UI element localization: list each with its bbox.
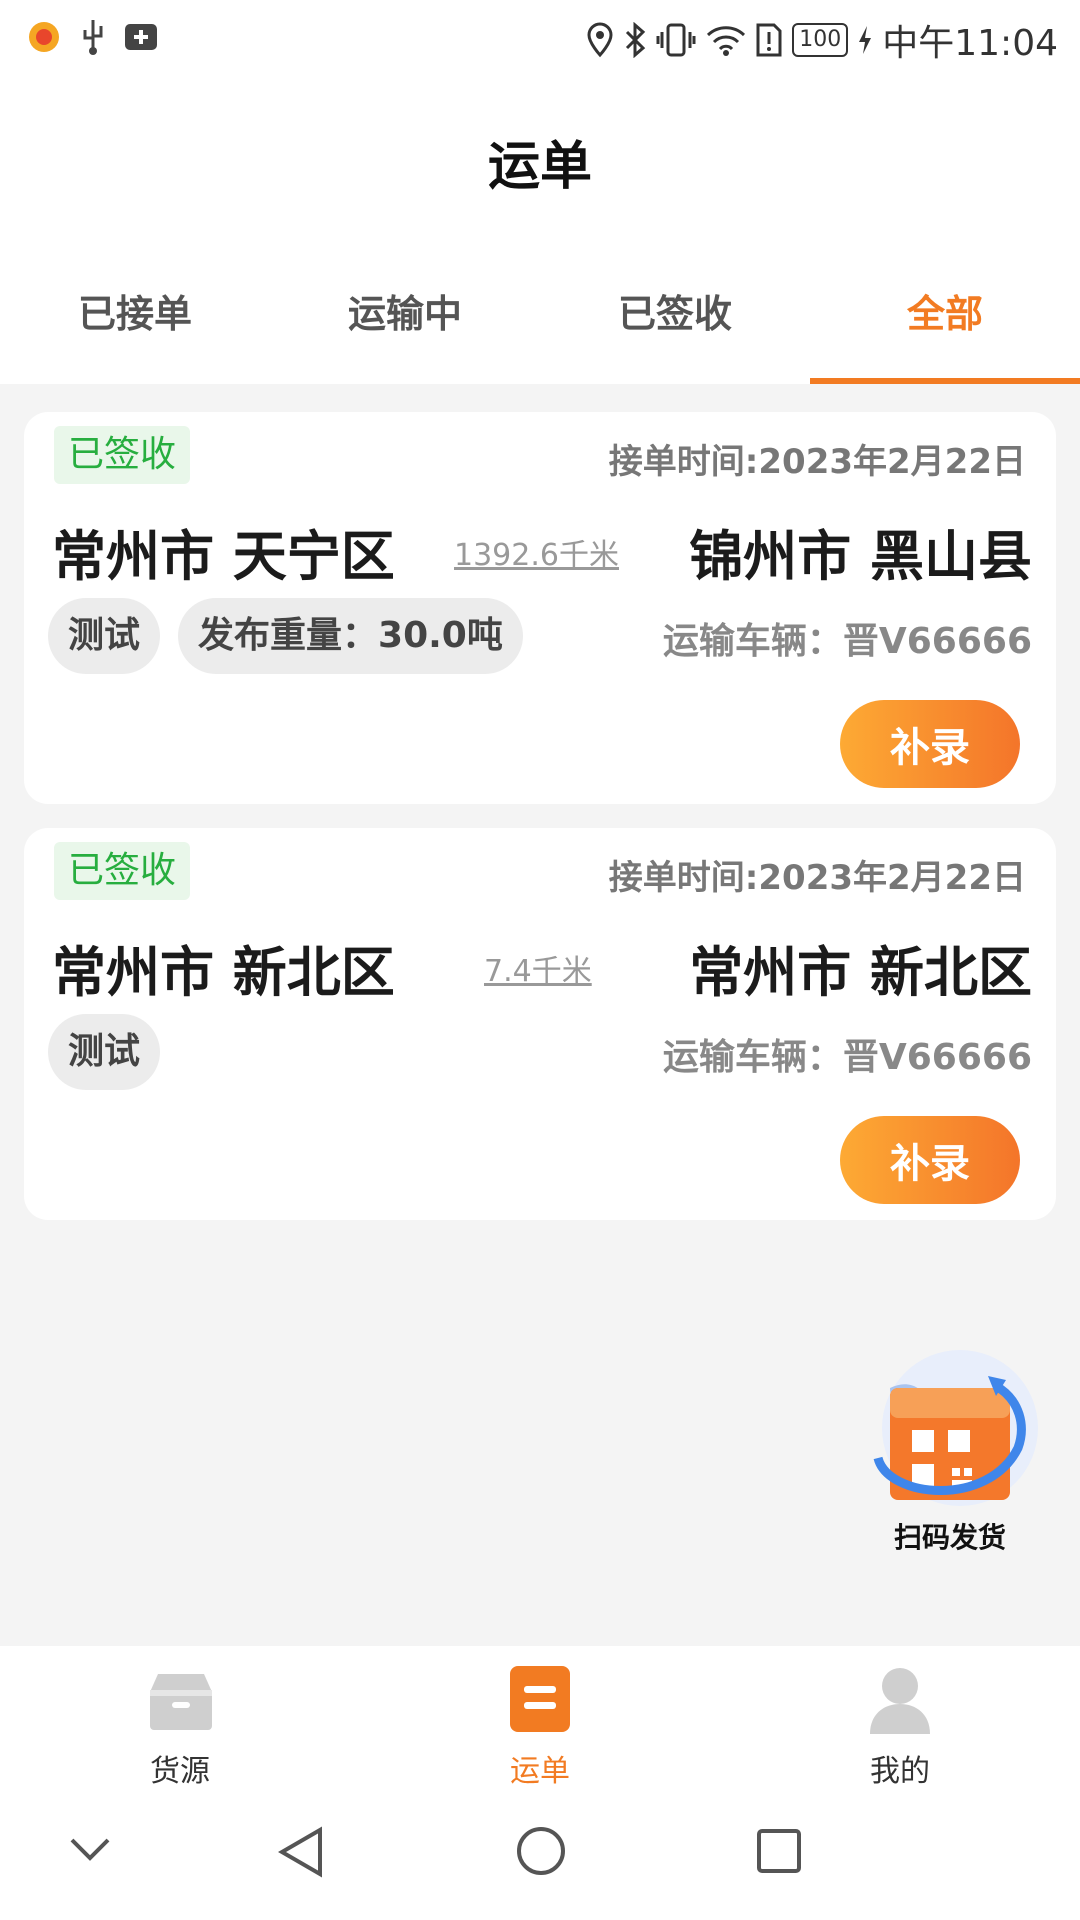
status-badge: 已签收	[54, 426, 191, 484]
sim-alert-icon	[756, 23, 782, 57]
order-status-tabs: 已接单 运输中 已签收 全部	[0, 236, 1080, 384]
vehicle-plate: 晋V66666	[842, 621, 1032, 662]
app-header: 运单	[0, 76, 1080, 236]
battery-level: 100	[792, 23, 849, 57]
order-card[interactable]: 已签收 接单时间:2023年2月22日 常州市 新北区 7.4千米 常州市 新北…	[24, 828, 1056, 1220]
nav-item-mine[interactable]: 我的	[800, 1646, 1000, 1789]
tab-in-transit[interactable]: 运输中	[270, 236, 540, 384]
page-title: 运单	[487, 137, 592, 197]
tag-list: 测试 发布重量：30.0吨	[48, 598, 523, 674]
app-logo-icon	[29, 22, 59, 52]
nav-label: 运单	[510, 1754, 570, 1789]
origin-city: 常州市 天宁区	[52, 525, 395, 588]
origin-city: 常州市 新北区	[52, 941, 395, 1004]
wifi-icon	[707, 26, 746, 56]
vehicle-info: 运输车辆：晋V66666	[663, 1028, 1032, 1080]
scan-ship-label: 扫码发货	[893, 1521, 1006, 1554]
status-bar: 100 中午11:04	[0, 0, 1080, 76]
accept-time: 接单时间:2023年2月22日	[608, 858, 1026, 898]
vehicle-info: 运输车辆：晋V66666	[663, 612, 1032, 664]
tag-chip: 测试	[48, 1014, 161, 1090]
distance: 1392.6千米	[454, 538, 619, 573]
clock: 中午11:04	[882, 23, 1058, 64]
document-icon	[510, 1666, 570, 1732]
tab-accepted[interactable]: 已接单	[0, 236, 270, 384]
bluetooth-icon	[626, 22, 646, 58]
nav-item-cargo[interactable]: 货源	[80, 1646, 280, 1789]
vehicle-plate: 晋V66666	[842, 1037, 1032, 1078]
weight-chip: 发布重量：30.0吨	[178, 598, 523, 674]
qr-package-icon	[873, 1350, 1038, 1506]
home-icon[interactable]	[516, 1826, 566, 1876]
usb-icon	[83, 20, 103, 55]
user-icon	[870, 1668, 930, 1734]
tab-signed[interactable]: 已签收	[540, 236, 810, 384]
charging-icon	[859, 26, 872, 54]
vibrate-icon	[656, 23, 696, 57]
vehicle-label: 运输车辆：	[662, 621, 843, 662]
chevron-down-icon[interactable]	[70, 1838, 110, 1862]
back-icon[interactable]	[278, 1826, 324, 1878]
destination-city: 常州市 新北区	[689, 941, 1032, 1004]
status-badge: 已签收	[54, 842, 191, 900]
vehicle-label: 运输车辆：	[662, 1037, 843, 1078]
destination-city: 锦州市 黑山县	[689, 525, 1032, 588]
scan-ship-button[interactable]: 扫码发货	[860, 1338, 1040, 1558]
box-icon	[150, 1674, 212, 1730]
recents-icon[interactable]	[756, 1828, 802, 1874]
order-card[interactable]: 已签收 接单时间:2023年2月22日 常州市 天宁区 1392.6千米 锦州市…	[24, 412, 1056, 804]
accept-time: 接单时间:2023年2月22日	[608, 442, 1026, 482]
tag-list: 测试	[48, 1014, 161, 1090]
tag-chip: 测试	[48, 598, 161, 674]
notification-icon	[125, 24, 157, 50]
distance: 7.4千米	[484, 954, 592, 989]
nav-label: 货源	[150, 1754, 210, 1789]
location-icon	[587, 22, 613, 58]
tab-all[interactable]: 全部	[810, 236, 1080, 384]
supplement-button[interactable]: 补录	[840, 700, 1020, 788]
bottom-nav: 货源 运单 我的	[0, 1646, 1080, 1789]
nav-item-orders[interactable]: 运单	[440, 1646, 640, 1789]
supplement-button[interactable]: 补录	[840, 1116, 1020, 1204]
system-nav-bar	[0, 1786, 1080, 1920]
nav-label: 我的	[870, 1754, 930, 1789]
